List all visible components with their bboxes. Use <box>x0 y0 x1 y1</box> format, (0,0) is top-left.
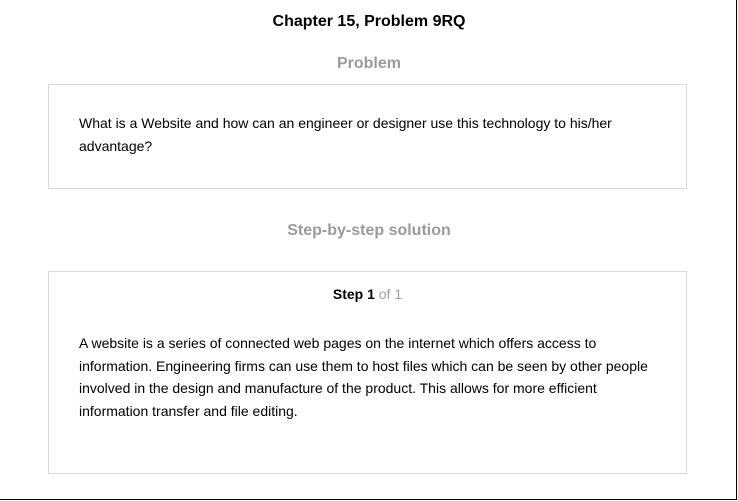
solution-heading: Step-by-step solution <box>287 222 451 239</box>
problem-box: What is a Website and how can an enginee… <box>48 84 687 189</box>
solution-text: A website is a series of connected web p… <box>79 335 648 419</box>
problem-heading: Problem <box>336 55 401 72</box>
step-number: Step 1 <box>332 286 375 302</box>
step-label: Step 1 of 1 <box>49 285 686 303</box>
page-title: Chapter 15, Problem 9RQ <box>272 13 466 30</box>
problem-text: What is a Website and how can an enginee… <box>79 115 612 154</box>
step-total: of 1 <box>378 286 403 302</box>
solution-box: Step 1 of 1 A website is a series of con… <box>48 271 687 474</box>
